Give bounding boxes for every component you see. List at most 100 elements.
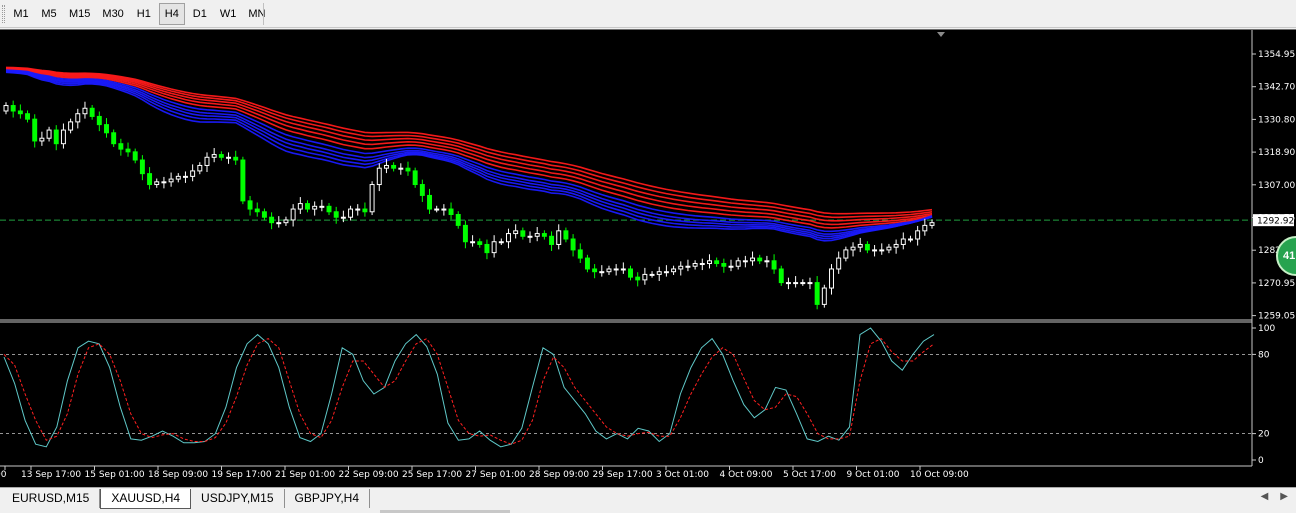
candle-body bbox=[814, 282, 820, 305]
tab-xauusd-h4[interactable]: XAUUSD,H4 bbox=[100, 489, 192, 509]
candle-body bbox=[592, 268, 598, 273]
candle-body bbox=[513, 230, 519, 235]
price-label: 1342.70 bbox=[1258, 83, 1295, 93]
candle bbox=[879, 243, 885, 255]
timeframe-button-h1[interactable]: H1 bbox=[131, 3, 157, 25]
tab-usdjpy-m15[interactable]: USDJPY,M15 bbox=[191, 489, 285, 508]
candle-body bbox=[556, 230, 562, 245]
candle bbox=[247, 195, 253, 216]
candle-body bbox=[82, 107, 88, 115]
candle-body bbox=[721, 263, 727, 267]
time-label: 4 Oct 09:00 bbox=[720, 470, 773, 480]
candle-body bbox=[907, 238, 913, 241]
candle-body bbox=[577, 249, 583, 259]
price-label: 1330.80 bbox=[1258, 115, 1295, 125]
candle-body bbox=[663, 271, 669, 274]
chart-tabs-bar: EURUSD,M15 XAUUSD,H4 USDJPY,M15 GBPJPY,H… bbox=[0, 487, 1296, 513]
candle-body bbox=[857, 243, 863, 248]
candle-body bbox=[470, 241, 476, 244]
toolbar-grip-handle[interactable] bbox=[2, 5, 5, 23]
candle bbox=[376, 163, 382, 192]
candle bbox=[405, 161, 411, 176]
candle bbox=[570, 234, 576, 257]
candle-body bbox=[312, 205, 318, 210]
candle-body bbox=[549, 235, 555, 245]
candle bbox=[82, 101, 88, 119]
candle bbox=[613, 264, 619, 276]
candle-body bbox=[218, 154, 224, 158]
scroll-left-icon[interactable]: ◀ bbox=[1261, 491, 1269, 502]
candle bbox=[735, 257, 741, 270]
candle bbox=[233, 150, 239, 165]
moving-average-ribbon bbox=[5, 66, 933, 242]
candle bbox=[900, 232, 906, 250]
candle bbox=[649, 271, 655, 278]
candlestick-series bbox=[3, 100, 935, 310]
candle-body bbox=[197, 164, 203, 172]
candle bbox=[757, 254, 763, 265]
candle-body bbox=[96, 115, 102, 126]
candle bbox=[907, 235, 913, 243]
candle-body bbox=[448, 208, 454, 215]
timeframe-button-d1[interactable]: D1 bbox=[187, 3, 213, 25]
candle-body bbox=[800, 282, 806, 285]
scroll-right-icon[interactable]: ▶ bbox=[1280, 491, 1288, 502]
time-label: 10 Oct 09:00 bbox=[910, 470, 969, 480]
shift-marker-icon bbox=[937, 32, 945, 37]
timeframe-button-w1[interactable]: W1 bbox=[215, 3, 242, 25]
candle bbox=[254, 202, 260, 217]
candle-body bbox=[355, 208, 361, 211]
candle bbox=[441, 204, 447, 216]
candle bbox=[326, 203, 332, 216]
candle-body bbox=[326, 205, 332, 213]
candle bbox=[778, 265, 784, 286]
timeframe-button-m15[interactable]: M15 bbox=[64, 3, 95, 25]
tab-eurusd-m15[interactable]: EURUSD,M15 bbox=[2, 489, 101, 508]
candle-body bbox=[477, 241, 483, 245]
candle bbox=[850, 242, 856, 257]
candle-body bbox=[635, 276, 641, 281]
osc-label: 0 bbox=[1258, 456, 1264, 466]
timeframe-button-m5[interactable]: M5 bbox=[36, 3, 62, 25]
candle bbox=[175, 173, 181, 183]
candle bbox=[663, 265, 669, 277]
candle-body bbox=[606, 268, 612, 273]
candle bbox=[857, 237, 863, 253]
timeframe-button-m30[interactable]: M30 bbox=[97, 3, 128, 25]
candle-body bbox=[793, 282, 799, 285]
candle-body bbox=[570, 238, 576, 251]
candle-body bbox=[39, 137, 45, 142]
candle bbox=[46, 126, 52, 142]
current-price-text: 1292.92 bbox=[1257, 217, 1294, 227]
osc-label: 20 bbox=[1258, 430, 1270, 440]
tab-gbpjpy-h4[interactable]: GBPJPY,H4 bbox=[284, 489, 371, 508]
candle-body bbox=[750, 257, 756, 262]
candle-body bbox=[527, 235, 533, 238]
time-label: 21 Sep 01:00 bbox=[275, 470, 335, 480]
candle bbox=[434, 205, 440, 213]
candle bbox=[541, 230, 547, 240]
candle bbox=[491, 235, 497, 258]
candle-body bbox=[175, 175, 181, 180]
candle-body bbox=[915, 230, 921, 240]
price-label: 1270.95 bbox=[1258, 279, 1295, 289]
candle bbox=[261, 208, 267, 221]
timeframe-button-h4[interactable]: H4 bbox=[158, 3, 185, 25]
candle bbox=[283, 216, 289, 226]
candle bbox=[829, 264, 834, 295]
candle-body bbox=[154, 181, 160, 186]
chart-window[interactable]: 1354.951342.701330.801318.901307.001294.… bbox=[0, 29, 1296, 487]
candle bbox=[39, 131, 45, 146]
candle-body bbox=[32, 118, 38, 142]
tab-scroll-arrows: ◀ ▶ bbox=[1261, 491, 1288, 502]
chart-canvas[interactable]: 1354.951342.701330.801318.901307.001294.… bbox=[0, 30, 1296, 488]
osc-label: 80 bbox=[1258, 350, 1270, 360]
timeframe-button-mn[interactable]: MN bbox=[243, 3, 270, 25]
candle bbox=[17, 104, 23, 119]
candle bbox=[96, 111, 102, 132]
candle-body bbox=[520, 230, 526, 237]
candle-body bbox=[362, 208, 368, 213]
timeframe-button-m1[interactable]: M1 bbox=[8, 3, 34, 25]
candle-body bbox=[290, 208, 296, 221]
candle bbox=[771, 254, 777, 274]
